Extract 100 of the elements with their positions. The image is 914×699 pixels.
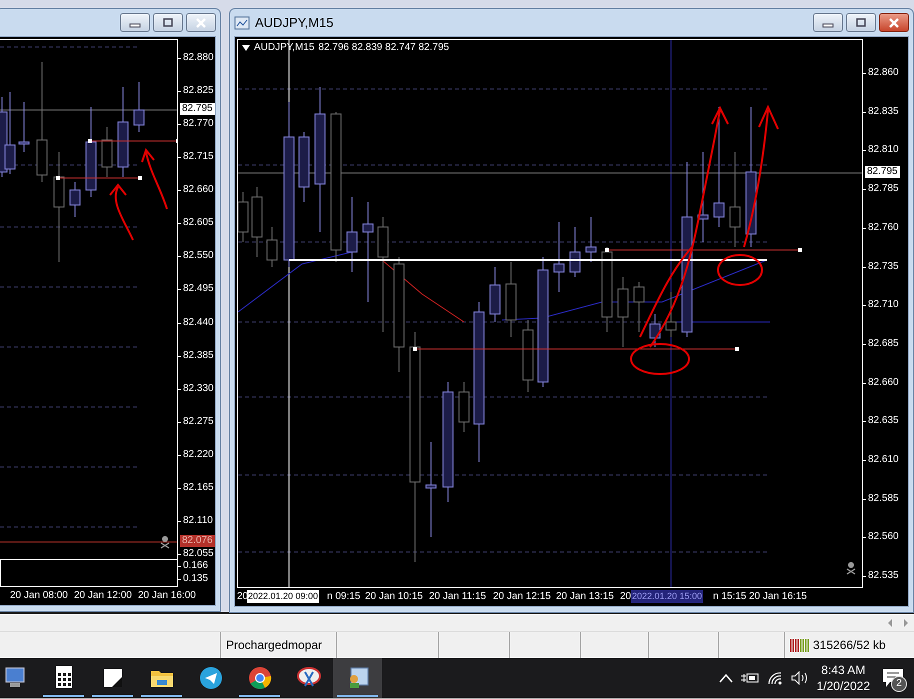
skull-icon bbox=[846, 562, 856, 575]
time-label: 20 bbox=[620, 591, 632, 603]
price-label: 82.330 bbox=[182, 382, 214, 394]
candle bbox=[252, 186, 262, 258]
indicator-label: 0.135 bbox=[182, 573, 208, 584]
time-label: 20 Jan 12:00 bbox=[74, 590, 132, 602]
alert-price-tag: 82.076 bbox=[180, 535, 215, 547]
price-label: 82.610 bbox=[867, 454, 899, 465]
skull-icon bbox=[160, 536, 170, 549]
hand-drawn-circle bbox=[630, 343, 690, 375]
hand-drawn-arrow bbox=[109, 184, 134, 241]
traffic-text: 315266/52 kb bbox=[813, 638, 886, 652]
time-label: 20 Jan 16:15 bbox=[749, 591, 807, 603]
window-title: AUDJPY,M15 bbox=[255, 15, 334, 30]
time-label: 20 Jan 11:15 bbox=[429, 591, 486, 603]
candle bbox=[102, 126, 112, 178]
candle bbox=[618, 276, 628, 348]
price-label: 82.535 bbox=[867, 570, 899, 582]
time-label: 20 Jan 13:15 bbox=[556, 591, 614, 603]
candle bbox=[650, 314, 660, 348]
dropdown-icon bbox=[242, 44, 250, 50]
maximize-icon bbox=[162, 18, 174, 28]
clock-time: 8:43 AM bbox=[821, 662, 866, 678]
price-label: 82.385 bbox=[182, 350, 214, 361]
maximize-button[interactable] bbox=[846, 13, 876, 32]
indicator-label: 0.166 bbox=[182, 560, 208, 571]
price-label: 82.585 bbox=[867, 492, 899, 504]
price-label: 82.440 bbox=[182, 316, 214, 328]
ohlc-values: 82.796 82.839 82.747 82.795 bbox=[318, 42, 450, 53]
time-label: 20 Jan 08:00 bbox=[10, 590, 68, 602]
candle bbox=[570, 226, 580, 278]
candle bbox=[18, 102, 30, 152]
price-label: 82.715 bbox=[182, 151, 214, 162]
price-label: 82.880 bbox=[182, 52, 214, 63]
price-label: 82.685 bbox=[867, 338, 899, 349]
candle bbox=[266, 226, 278, 268]
minimize-button[interactable] bbox=[813, 13, 843, 32]
price-label: 82.550 bbox=[182, 250, 214, 262]
wifi-icon bbox=[766, 671, 783, 685]
candle bbox=[586, 216, 596, 262]
candle bbox=[298, 132, 310, 202]
price-label: 82.860 bbox=[867, 67, 899, 78]
scroll-left-icon bbox=[887, 618, 893, 626]
trend-line[interactable] bbox=[413, 347, 739, 351]
price-label: 82.495 bbox=[182, 283, 214, 294]
maximize-button[interactable] bbox=[153, 13, 183, 32]
hand-drawn-arrow bbox=[141, 149, 168, 210]
price-label: 82.165 bbox=[182, 482, 214, 493]
price-label: 82.825 bbox=[182, 85, 214, 96]
crosshair-time-tag: 2022.01.20 09:00 bbox=[247, 590, 320, 603]
chart-window-icon bbox=[234, 16, 250, 30]
current-price-tag: 82.795 bbox=[180, 103, 215, 115]
price-label: 82.810 bbox=[867, 144, 899, 156]
close-icon bbox=[195, 18, 207, 28]
price-label: 82.770 bbox=[182, 118, 214, 130]
price-label: 82.710 bbox=[867, 299, 899, 310]
close-icon bbox=[888, 18, 900, 28]
time-label: 20 Jan 16:00 bbox=[138, 590, 196, 602]
chevron-up-icon bbox=[718, 673, 733, 683]
notification-button[interactable]: 2 bbox=[878, 663, 908, 693]
candle bbox=[554, 222, 564, 292]
scroll-right-icon bbox=[903, 618, 909, 626]
candle bbox=[490, 266, 500, 322]
candle bbox=[134, 82, 144, 132]
price-label: 82.785 bbox=[867, 183, 899, 194]
speaker-icon bbox=[790, 671, 809, 685]
time-label: n 09:15 bbox=[327, 591, 360, 603]
candle bbox=[70, 182, 80, 218]
price-label: 82.560 bbox=[867, 531, 899, 542]
close-button[interactable] bbox=[186, 13, 216, 32]
taskbar-app[interactable] bbox=[333, 658, 382, 698]
maximize-icon bbox=[855, 18, 867, 28]
close-button[interactable] bbox=[879, 13, 909, 32]
battery-icon bbox=[740, 671, 759, 685]
price-label: 82.660 bbox=[867, 376, 899, 388]
trend-line[interactable] bbox=[56, 176, 142, 180]
candle bbox=[666, 292, 676, 338]
price-label: 82.635 bbox=[867, 415, 899, 426]
time-label: n 15:15 bbox=[713, 591, 746, 603]
minimize-button[interactable] bbox=[120, 13, 150, 32]
price-label: 82.055 bbox=[182, 548, 214, 560]
candle bbox=[634, 282, 644, 332]
crosshair-time-tag: 2022.01.20 15:00 bbox=[631, 590, 704, 603]
current-price-tag: 82.795 bbox=[865, 166, 900, 178]
notification-count: 2 bbox=[891, 676, 907, 692]
candle bbox=[458, 382, 470, 432]
time-label: 20 Jan 10:15 bbox=[365, 591, 423, 603]
horizontal-line[interactable] bbox=[289, 259, 767, 261]
price-label: 82.835 bbox=[867, 106, 899, 117]
trend-line[interactable] bbox=[88, 139, 177, 143]
trend-line[interactable] bbox=[605, 248, 802, 252]
connection-bars-icon bbox=[790, 638, 810, 652]
price-label: 82.660 bbox=[182, 184, 214, 196]
candle bbox=[238, 192, 248, 242]
status-text: Prochargedmopar bbox=[226, 638, 322, 652]
price-label: 82.220 bbox=[182, 448, 214, 460]
price-label: 82.735 bbox=[867, 260, 899, 272]
price-label: 82.275 bbox=[182, 416, 214, 427]
price-label: 82.760 bbox=[867, 222, 899, 233]
price-label: 82.605 bbox=[182, 217, 214, 228]
